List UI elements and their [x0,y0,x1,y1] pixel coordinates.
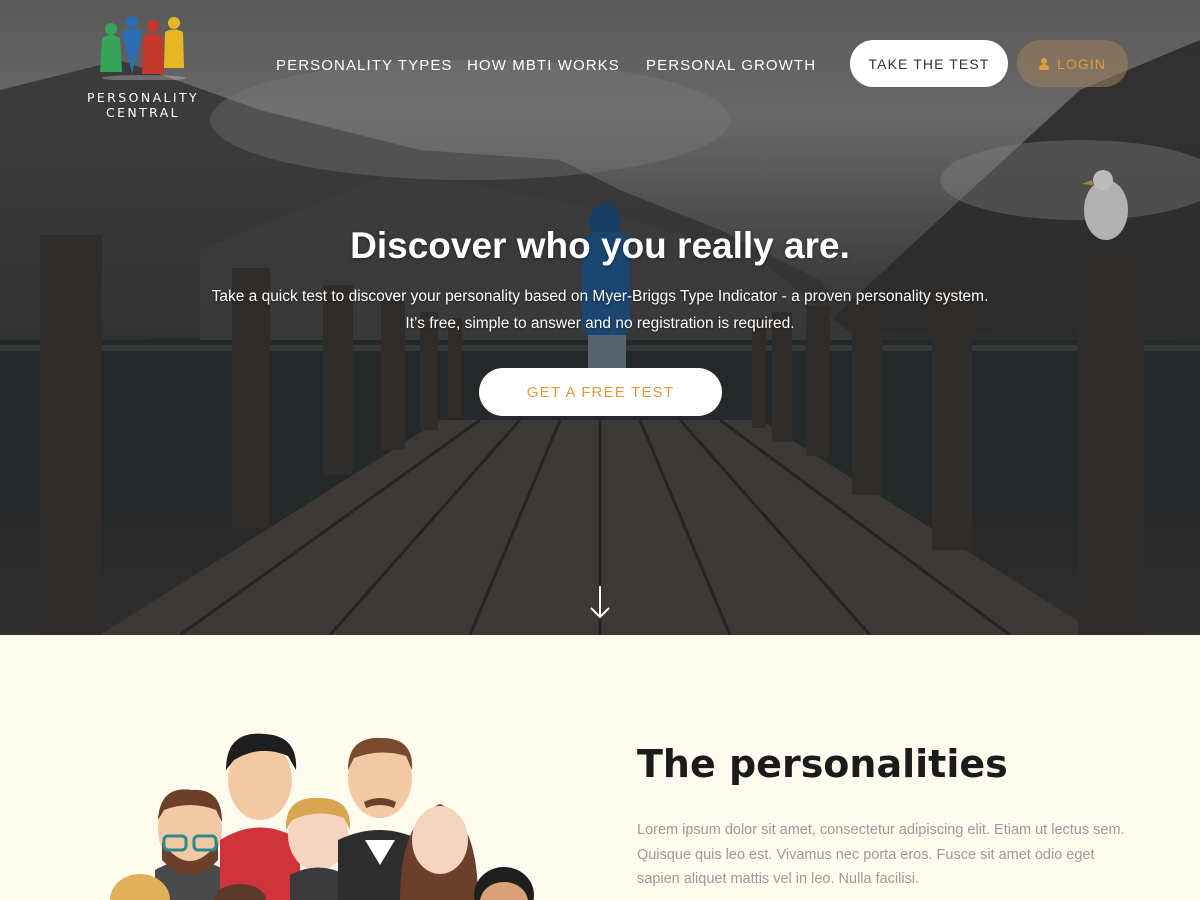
take-test-button[interactable]: TAKE THE TEST [850,40,1008,87]
logo-figures-icon [100,16,186,80]
people-illustration [110,733,534,900]
section-body: Lorem ipsum dolor sit amet, consectetur … [637,822,1125,887]
logo-line2: CENTRAL [105,105,181,120]
nav-how-mbti-works[interactable]: HOW MBTI WORKS [467,57,620,74]
hero-title: Discover who you really are. [350,225,850,266]
site-logo[interactable]: PERSONALITY CENTRAL [80,14,206,124]
arrow-down-icon[interactable] [588,584,612,620]
login-button[interactable]: LOGIN [1017,40,1128,87]
logo-line1: PERSONALITY [86,90,200,105]
nav-personal-growth[interactable]: PERSONAL GROWTH [646,57,816,74]
user-icon [1038,57,1049,70]
nav-personality-types[interactable]: PERSONALITY TYPES [276,57,453,74]
logo-wordmark: PERSONALITY CENTRAL [80,90,206,120]
hero-subtitle-line2: It’s free, simple to answer and no regis… [405,315,795,332]
hero-subtitle-line1: Take a quick test to discover your perso… [211,288,989,305]
login-label: LOGIN [1056,55,1107,72]
section-title: The personalities [637,742,1008,786]
get-free-test-button[interactable]: GET A FREE TEST [479,368,722,416]
